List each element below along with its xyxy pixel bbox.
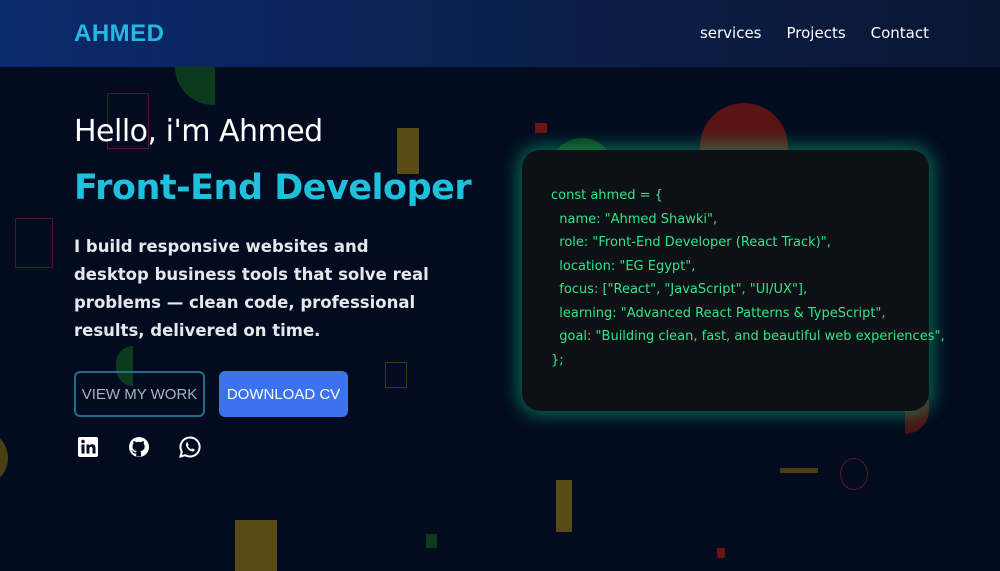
decor-yellow-left-circle	[0, 430, 8, 486]
decor-outline-circle	[840, 458, 868, 490]
code-line: learning: "Advanced React Patterns & Typ…	[551, 305, 886, 321]
decor-red-small-square	[717, 548, 725, 558]
code-line: focus: ["React", "JavaScript", "UI/UX"],	[551, 282, 808, 297]
view-my-work-button[interactable]: VIEW MY WORK	[74, 371, 205, 417]
code-line: role: "Front-End Developer (React Track)…	[551, 235, 831, 250]
whatsapp-icon[interactable]	[179, 436, 201, 458]
code-line: name: "Ahmed Shawki",	[551, 211, 718, 227]
decor-yellow-block	[235, 520, 277, 571]
hero-description: I build responsive websites and desktop …	[74, 237, 429, 340]
nav-link-contact[interactable]: Contact	[871, 24, 929, 42]
decor-yellow-tall-bar	[556, 480, 572, 532]
github-icon[interactable]	[128, 436, 150, 458]
decor-red-square	[535, 123, 547, 133]
site-logo[interactable]: AHMED	[74, 20, 165, 48]
linkedin-icon[interactable]	[77, 436, 99, 458]
nav-link-services[interactable]: services	[700, 24, 762, 42]
decor-yellow-thin-bar	[780, 468, 818, 473]
decor-outline-small-square	[385, 362, 407, 388]
nav-links: services Projects Contact	[700, 24, 929, 42]
code-line: const ahmed = {	[551, 188, 663, 203]
code-snippet-card: const ahmed = { name: "Ahmed Shawki", ro…	[522, 150, 945, 411]
hero-role: Front-End Developer	[74, 168, 472, 208]
code-line: };	[551, 352, 564, 368]
code-line: location: "EG Egypt",	[551, 258, 696, 274]
decor-outline-rect	[15, 218, 53, 268]
nav-link-projects[interactable]: Projects	[787, 24, 846, 42]
decor-green-wedge	[175, 67, 215, 105]
code-line: goal: "Building clean, fast, and beautif…	[551, 329, 945, 344]
navbar: AHMED services Projects Contact	[0, 0, 1000, 67]
decor-green-small-square	[426, 534, 437, 548]
social-links	[77, 436, 201, 458]
download-cv-button[interactable]: DOWNLOAD CV	[219, 371, 348, 417]
hero-greeting: Hello, i'm Ahmed	[74, 114, 323, 149]
